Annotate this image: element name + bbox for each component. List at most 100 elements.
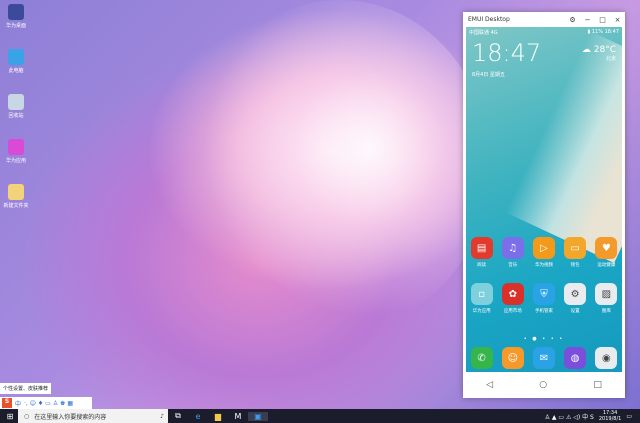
- taskbar-clock[interactable]: 17:34 2019/8/1: [599, 410, 621, 422]
- app-icon[interactable]: ✉信息: [530, 347, 558, 372]
- taskbar-emui[interactable]: M: [228, 412, 248, 421]
- app-icon[interactable]: ☺联系人: [499, 347, 527, 372]
- desktop-icon[interactable]: 华为应用: [0, 139, 32, 164]
- app-icon-image: ▷: [532, 237, 555, 259]
- desktop-icon-label: 华为应用: [5, 158, 26, 164]
- emui-desktop-window: EMUI Desktop ⚙ − □ × 中国联通 4G ▮ 11% 18:47…: [463, 12, 625, 398]
- recent-button[interactable]: □: [593, 380, 602, 390]
- close-button[interactable]: ×: [610, 16, 625, 24]
- sogou-logo-icon[interactable]: S: [2, 398, 12, 408]
- desktop-icon-image: [8, 94, 24, 110]
- app-icon-image: ✉: [532, 347, 555, 369]
- clock: 18:47: [472, 39, 542, 67]
- weather-widget[interactable]: ☁ 28°C 北京: [582, 45, 616, 62]
- app-icon-image: ✆: [470, 347, 493, 369]
- app-icon[interactable]: ⛨ 手机管家: [530, 283, 558, 314]
- weather-location: 北京: [605, 56, 616, 62]
- desktop-icon-label: 新建文件夹: [3, 203, 29, 209]
- desktop-icon[interactable]: 回收站: [0, 94, 32, 119]
- date: 8月4日 星期五: [472, 72, 505, 78]
- app-icon[interactable]: ✆电话: [468, 347, 496, 372]
- ime-toolbar[interactable]: S 中 ·, ☺ ♦ ▭ ♙ ♚ ▦: [0, 397, 92, 409]
- desktop-icon[interactable]: 此电脑: [0, 49, 32, 74]
- date: 2019/8/1: [598, 416, 622, 422]
- cloud-icon: ☁: [581, 45, 591, 55]
- home-button[interactable]: ○: [539, 380, 547, 390]
- ime-mode[interactable]: 中: [15, 399, 21, 408]
- wallpaper-swirl: [190, 0, 490, 330]
- cortana-icon: ○: [24, 412, 30, 420]
- nav-bar: ◁ ○ □: [463, 372, 625, 398]
- carrier: 中国联通 4G: [469, 30, 498, 36]
- desktop-icon-label: 华为桌面: [5, 23, 26, 29]
- app-icon-image: ✿: [501, 283, 524, 305]
- desktop-icon-image: [8, 49, 24, 65]
- page-indicator[interactable]: • ● • • •: [466, 336, 622, 342]
- phone-screen: 中国联通 4G ▮ 11% 18:47 18:47 8月4日 星期五 ☁ 28°…: [466, 27, 622, 372]
- app-icon[interactable]: ⚙ 设置: [561, 283, 589, 314]
- app-icon-image: ♥: [595, 237, 618, 259]
- app-icon[interactable]: ◍浏览器: [561, 347, 589, 372]
- app-icon-image: ⚙: [564, 283, 587, 305]
- notification-button[interactable]: ▭: [626, 413, 632, 420]
- desktop-icon[interactable]: 华为桌面: [0, 4, 32, 29]
- app-icon[interactable]: ▫ 华为应用: [468, 283, 496, 314]
- gear-icon[interactable]: ⚙: [565, 16, 580, 24]
- app-label: 图库: [601, 309, 611, 314]
- app-icon-image: ▫: [470, 283, 493, 305]
- system-tray: ♙ ▲ ▭ ⚠ ◁) 中 S 17:34 2019/8/1 ▭: [545, 410, 640, 422]
- desktop-icon[interactable]: 新建文件夹: [0, 184, 32, 209]
- app-icon-image: ▤: [470, 237, 493, 259]
- taskbar-explorer[interactable]: ▆: [208, 412, 228, 421]
- app-icon-image: ◍: [564, 347, 587, 369]
- app-icon[interactable]: ♥ 运动健康: [592, 237, 620, 268]
- taskbar-active-app[interactable]: ▣: [248, 411, 268, 421]
- app-label: 设置: [570, 309, 580, 314]
- app-icon[interactable]: ▭ 钱包: [561, 237, 589, 268]
- app-icon[interactable]: ▤ 阅读: [468, 237, 496, 268]
- taskbar: ⊞ ○ 在这里输入你要搜索的内容 ♪ ⧉ e ▆ M ▣ ♙ ▲ ▭ ⚠ ◁) …: [0, 409, 640, 423]
- ime-tooltip: 个性设置、皮肤推荐: [0, 383, 52, 394]
- app-icon[interactable]: ✿ 应用市场: [499, 283, 527, 314]
- search-placeholder: 在这里输入你要搜索的内容: [34, 413, 107, 421]
- app-label: 阅读: [477, 263, 487, 268]
- tray-icons[interactable]: ♙ ▲ ▭ ⚠ ◁) 中 S: [545, 412, 594, 421]
- app-icon[interactable]: ♫ 音乐: [499, 237, 527, 268]
- app-label: 华为视频: [534, 263, 553, 268]
- app-label: 手机管家: [534, 309, 553, 314]
- app-icon-image: ▭: [564, 237, 587, 259]
- ime-tool-icons[interactable]: ·, ☺ ♦ ▭ ♙ ♚ ▦: [24, 400, 73, 407]
- desktop-icon-image: [8, 139, 24, 155]
- app-icon[interactable]: ◉相机: [592, 347, 620, 372]
- app-row-1: ▤ 阅读 ♫ 音乐 ▷ 华为视频 ▭ 钱包 ♥ 运动健康: [466, 237, 622, 268]
- start-button[interactable]: ⊞: [0, 412, 20, 421]
- maximize-button[interactable]: □: [595, 16, 610, 24]
- desktop-icon-label: 此电脑: [8, 68, 24, 74]
- title-bar[interactable]: EMUI Desktop ⚙ − □ ×: [463, 12, 625, 27]
- task-view-button[interactable]: ⧉: [168, 411, 188, 421]
- desktop-icon-image: [8, 184, 24, 200]
- app-row-2: ▫ 华为应用 ✿ 应用市场 ⛨ 手机管家 ⚙ 设置 ▨ 图库: [466, 283, 622, 314]
- desktop-icon-label: 回收站: [8, 113, 24, 119]
- search-box[interactable]: ○ 在这里输入你要搜索的内容 ♪: [18, 409, 168, 423]
- back-button[interactable]: ◁: [486, 380, 493, 390]
- app-label: 钱包: [570, 263, 580, 268]
- status-bar: 中国联通 4G ▮ 11% 18:47: [469, 29, 619, 36]
- app-icon-image: ▨: [595, 283, 618, 305]
- app-icon-image: ◉: [595, 347, 618, 369]
- app-icon-image: ☺: [501, 347, 524, 369]
- minimize-button[interactable]: −: [580, 16, 595, 24]
- app-label: 华为应用: [472, 309, 491, 314]
- status-right: ▮ 11% 18:47: [587, 29, 619, 35]
- app-label: 应用市场: [503, 309, 522, 314]
- mic-icon[interactable]: ♪: [160, 413, 168, 420]
- window-title: EMUI Desktop: [468, 16, 510, 23]
- dock: ✆电话☺联系人✉信息◍浏览器◉相机: [466, 347, 622, 372]
- app-icon[interactable]: ▷ 华为视频: [530, 237, 558, 268]
- desktop-icon-image: [8, 4, 24, 20]
- weather-temp: 28°C: [593, 45, 616, 55]
- app-icon[interactable]: ▨ 图库: [592, 283, 620, 314]
- app-icon-image: ⛨: [532, 283, 555, 305]
- taskbar-edge[interactable]: e: [188, 412, 208, 421]
- app-label: 音乐: [508, 263, 518, 268]
